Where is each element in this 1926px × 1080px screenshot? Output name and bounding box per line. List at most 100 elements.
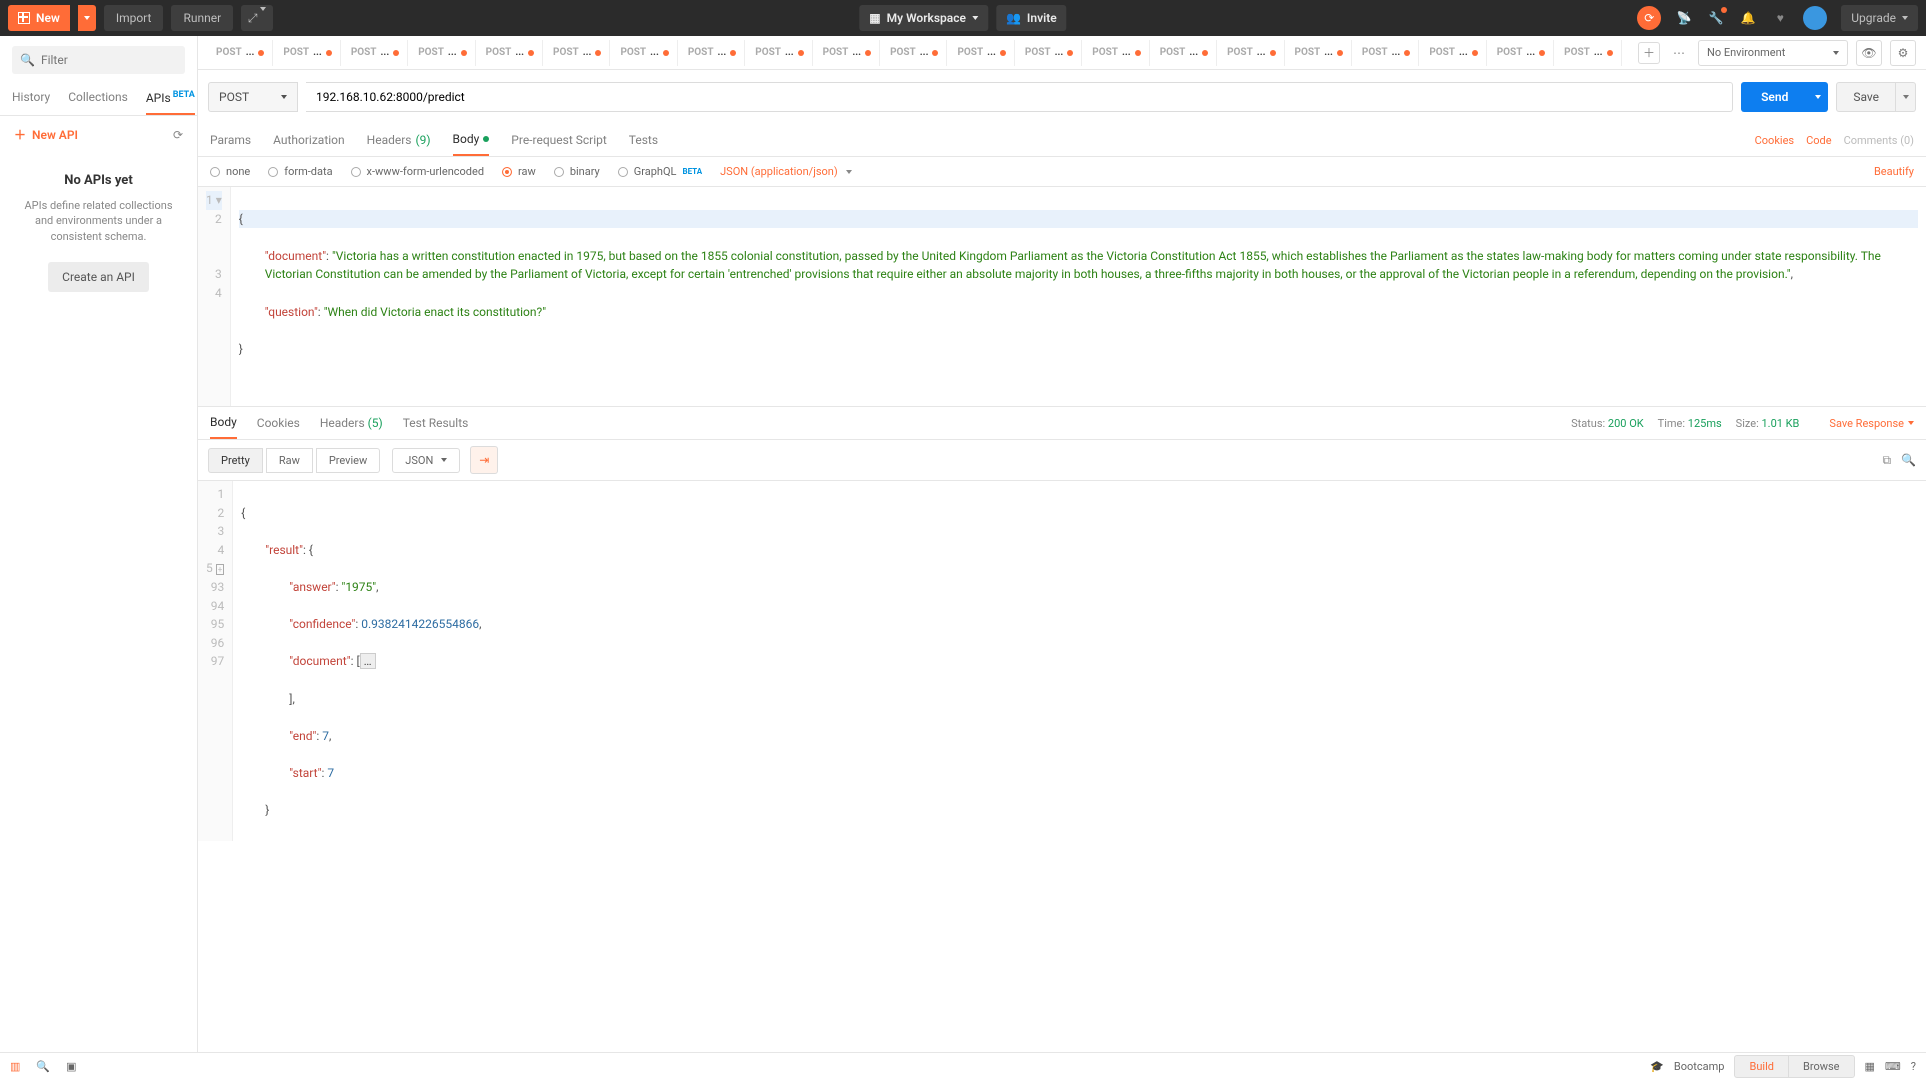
request-tab[interactable]: POST... — [545, 40, 610, 66]
beautify-button[interactable]: Beautify — [1874, 165, 1914, 178]
code-link[interactable]: Code — [1806, 134, 1831, 147]
send-button[interactable]: Send — [1741, 82, 1808, 112]
build-toggle[interactable]: Build — [1734, 1055, 1788, 1078]
request-body-editor[interactable]: 1 ▾2 34 { "document": "Victoria has a wr… — [198, 187, 1926, 407]
heart-icon[interactable]: ♥ — [1771, 9, 1789, 27]
environment-select[interactable]: No Environment — [1698, 40, 1848, 66]
workspace-switcher[interactable]: ▦ My Workspace — [859, 5, 988, 31]
request-tab[interactable]: POST... — [1084, 40, 1149, 66]
add-tab-button[interactable]: ＋ — [1638, 42, 1660, 64]
comments-link[interactable]: Comments (0) — [1844, 134, 1914, 147]
response-tab-body[interactable]: Body — [210, 407, 237, 439]
save-response-button[interactable]: Save Response — [1829, 417, 1914, 430]
copy-icon[interactable]: ⧉ — [1882, 453, 1891, 468]
request-tab[interactable]: POST... — [1219, 40, 1284, 66]
fold-ellipsis[interactable]: … — [360, 653, 376, 669]
tab-overflow-button[interactable]: ⋯ — [1668, 42, 1690, 64]
request-tab[interactable]: POST... — [410, 40, 475, 66]
new-button[interactable]: New — [8, 5, 70, 31]
request-tab[interactable]: POST... — [1287, 40, 1352, 66]
save-button-dropdown[interactable] — [1896, 82, 1916, 112]
request-tab[interactable]: POST... — [680, 40, 745, 66]
subtab-headers[interactable]: Headers (9) — [367, 125, 431, 155]
empty-title: No APIs yet — [18, 173, 179, 188]
editor-code[interactable]: { "result": { "answer": "1975", "confide… — [233, 481, 1926, 841]
bell-icon[interactable]: 🔔 — [1739, 9, 1757, 27]
subtab-params[interactable]: Params — [210, 125, 251, 155]
body-type-graphql[interactable]: GraphQLBETA — [618, 165, 702, 178]
body-type-binary[interactable]: binary — [554, 165, 600, 178]
url-input[interactable] — [306, 82, 1733, 112]
request-tab[interactable]: POST... — [1556, 40, 1621, 66]
bootcamp-link[interactable]: Bootcamp — [1674, 1060, 1725, 1073]
settings-button[interactable]: ⚙ — [1890, 40, 1916, 66]
response-format-select[interactable]: JSON — [392, 448, 460, 473]
two-pane-icon[interactable]: ▦ — [1865, 1060, 1875, 1073]
request-tab[interactable]: POST... — [1152, 40, 1217, 66]
upgrade-button[interactable]: Upgrade — [1841, 5, 1918, 31]
subtab-authorization[interactable]: Authorization — [273, 125, 345, 155]
find-icon[interactable]: 🔍 — [36, 1060, 50, 1073]
new-api-button[interactable]: ＋ New API — [14, 126, 78, 143]
request-tab[interactable]: POST... — [815, 40, 880, 66]
refresh-icon[interactable]: ⟳ — [173, 128, 183, 142]
capture-button[interactable]: ⤢ — [241, 5, 273, 31]
satellite-icon[interactable]: 📡 — [1675, 9, 1693, 27]
browse-toggle[interactable]: Browse — [1788, 1055, 1855, 1078]
filter-input-wrap[interactable]: 🔍 — [12, 46, 185, 74]
subtab-prerequest[interactable]: Pre-request Script — [511, 125, 606, 155]
view-raw[interactable]: Raw — [266, 448, 313, 473]
view-pretty[interactable]: Pretty — [208, 448, 263, 473]
tab-collections[interactable]: Collections — [68, 80, 128, 115]
request-tab[interactable]: POST... — [275, 40, 340, 66]
view-preview[interactable]: Preview — [316, 448, 380, 473]
body-type-formdata[interactable]: form-data — [268, 165, 332, 178]
request-tab[interactable]: POST... — [1354, 40, 1419, 66]
body-type-xwww[interactable]: x-www-form-urlencoded — [351, 165, 485, 178]
editor-code[interactable]: { "document": "Victoria has a written co… — [231, 187, 1926, 406]
tab-apis[interactable]: APIsBETA — [146, 80, 195, 115]
request-tab[interactable]: POST... — [478, 40, 543, 66]
request-tab[interactable]: POST... — [1017, 40, 1082, 66]
save-button[interactable]: Save — [1836, 82, 1896, 112]
runner-button[interactable]: Runner — [171, 5, 233, 31]
response-body-editor[interactable]: 1 2 3 4 5 + 93 94 95 96 97 { "result": {… — [198, 481, 1926, 841]
tab-history[interactable]: History — [12, 80, 50, 115]
response-tab-cookies[interactable]: Cookies — [257, 408, 300, 438]
sync-icon[interactable]: ⟳ — [1637, 6, 1661, 30]
import-button[interactable]: Import — [104, 5, 164, 31]
request-tabs-scroll[interactable]: POST...POST...POST...POST...POST...POST.… — [208, 40, 1630, 66]
subtab-tests[interactable]: Tests — [629, 125, 658, 155]
request-tab[interactable]: POST... — [747, 40, 812, 66]
request-tab[interactable]: POST... — [1489, 40, 1554, 66]
wrap-lines-button[interactable]: ⇥ — [470, 446, 498, 474]
env-quicklook-button[interactable]: 👁 — [1856, 40, 1882, 66]
keyboard-icon[interactable]: ⌨ — [1885, 1060, 1901, 1073]
filter-input[interactable] — [41, 53, 197, 67]
create-api-button[interactable]: Create an API — [48, 262, 149, 292]
method-select[interactable]: POST — [208, 82, 298, 112]
request-tab[interactable]: POST... — [949, 40, 1014, 66]
sidebar-toggle-icon[interactable]: ▥ — [10, 1060, 20, 1073]
user-avatar[interactable] — [1803, 6, 1827, 30]
send-button-dropdown[interactable] — [1808, 82, 1828, 112]
request-tab[interactable]: POST... — [612, 40, 677, 66]
console-icon[interactable]: ▣ — [66, 1060, 76, 1073]
body-type-none[interactable]: none — [210, 165, 250, 178]
response-tab-headers[interactable]: Headers (5) — [320, 408, 383, 438]
fold-icon[interactable]: + — [216, 564, 225, 575]
raw-content-type[interactable]: JSON (application/json) — [720, 165, 852, 178]
invite-button[interactable]: 👥 Invite — [996, 5, 1067, 31]
cookies-link[interactable]: Cookies — [1755, 134, 1794, 147]
wrench-icon[interactable]: 🔧 — [1707, 9, 1725, 27]
new-button-dropdown[interactable] — [78, 5, 96, 31]
help-icon[interactable]: ? — [1911, 1060, 1916, 1073]
subtab-body[interactable]: Body — [453, 124, 490, 156]
search-icon[interactable]: 🔍 — [1901, 453, 1916, 468]
request-tab[interactable]: POST... — [1421, 40, 1486, 66]
request-tab[interactable]: POST... — [208, 40, 273, 66]
body-type-raw[interactable]: raw — [502, 165, 536, 178]
request-tab[interactable]: POST... — [882, 40, 947, 66]
request-tab[interactable]: POST... — [343, 40, 408, 66]
response-tab-tests[interactable]: Test Results — [403, 408, 469, 438]
